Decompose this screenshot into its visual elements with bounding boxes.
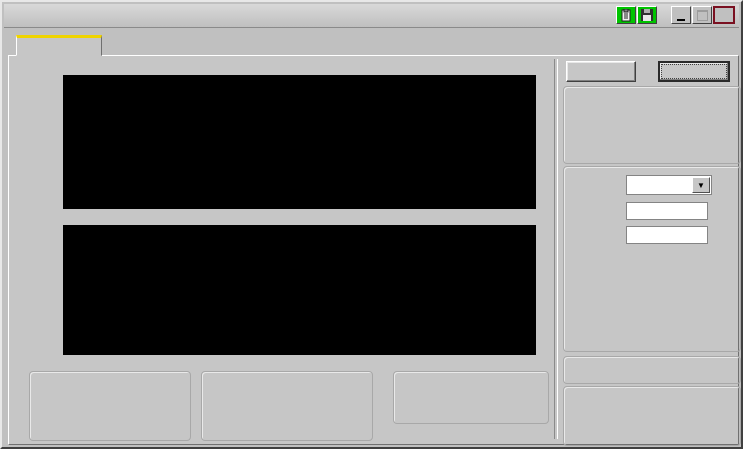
titlebar: [4, 4, 739, 28]
quality-score-row: [572, 362, 732, 378]
end-pos-input[interactable]: [626, 226, 708, 244]
minimize-button[interactable]: [671, 6, 691, 24]
tab-disc-quality[interactable]: [16, 35, 102, 56]
vertical-separator: [554, 59, 558, 439]
disc-info-group: [563, 86, 741, 164]
pi-errors-stats: [29, 371, 191, 441]
clipboard-icon: [620, 8, 632, 22]
pi-failures-stats: [201, 371, 373, 441]
bottom-chart: [63, 225, 536, 355]
speed-select[interactable]: ▼: [626, 175, 712, 195]
floppy-disk-icon: [641, 9, 653, 21]
maximize-icon: [696, 9, 708, 21]
titlebar-buttons: [615, 6, 735, 24]
close-button[interactable]: [713, 6, 735, 24]
start-button[interactable]: [566, 61, 636, 82]
copy-to-clipboard-button[interactable]: [616, 6, 636, 24]
disc-quality-page: ▼: [8, 55, 741, 446]
progress-group: [563, 386, 741, 446]
quality-score-group: [563, 356, 741, 384]
exit-button[interactable]: [658, 61, 730, 82]
settings-group: ▼: [563, 166, 741, 352]
bottom-chart-left-axis: [23, 225, 59, 355]
chevron-down-icon[interactable]: ▼: [692, 177, 710, 193]
top-chart-left-axis: [23, 75, 59, 209]
app-window: ▼: [0, 0, 743, 449]
save-button[interactable]: [637, 6, 657, 24]
bottom-chart-x-axis: [63, 358, 555, 371]
minimize-icon: [677, 18, 685, 21]
jitter-stats: [393, 371, 549, 424]
maximize-button[interactable]: [692, 6, 712, 24]
top-chart-x-axis: [63, 212, 555, 225]
top-chart: [63, 75, 536, 209]
start-pos-input[interactable]: [626, 202, 708, 220]
